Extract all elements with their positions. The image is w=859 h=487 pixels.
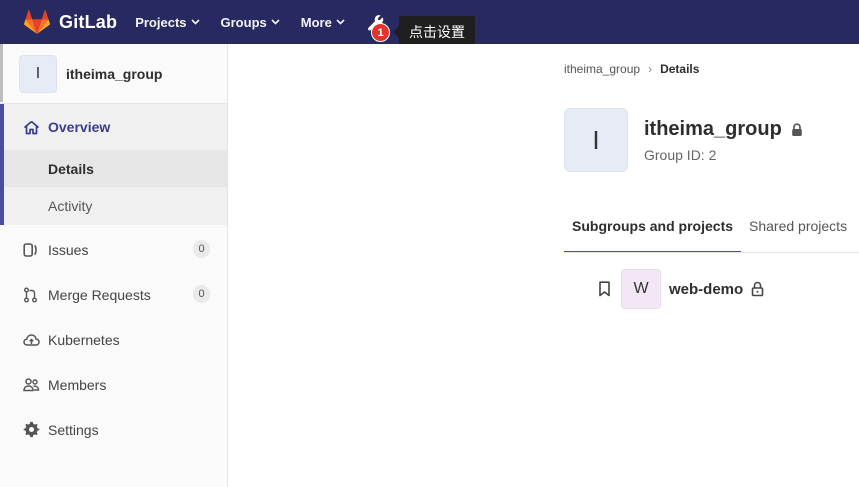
group-avatar: I: [19, 54, 57, 93]
nav-projects-dropdown[interactable]: Projects: [135, 14, 200, 30]
members-icon: [23, 377, 41, 392]
window-edge-artifact: [0, 44, 3, 102]
group-header: I itheima_group Group ID: 2: [564, 108, 803, 172]
sidebar-overview-label: Overview: [48, 119, 111, 135]
sidebar-subitem-activity[interactable]: Activity: [4, 187, 227, 225]
tab-subgroups-and-projects[interactable]: Subgroups and projects: [564, 210, 742, 252]
group-id-text: Group ID: 2: [644, 147, 717, 163]
cloud-icon: [23, 333, 41, 347]
lock-icon: [751, 281, 764, 297]
project-name-link[interactable]: web-demo: [669, 281, 743, 298]
gitlab-home-link[interactable]: GitLab: [24, 0, 117, 44]
gear-icon: [23, 421, 41, 438]
merge-requests-count-badge: 0: [193, 285, 210, 303]
gitlab-logo-icon: [24, 10, 50, 34]
nav-more-dropdown[interactable]: More: [301, 15, 345, 30]
breadcrumb-current: Details: [660, 62, 700, 76]
issues-count-badge: 0: [193, 240, 210, 258]
group-title: itheima_group: [644, 118, 803, 141]
sidebar-details-label: Details: [48, 160, 94, 177]
project-avatar: W: [621, 269, 661, 309]
sidebar-merge-requests-label: Merge Requests: [48, 286, 151, 303]
sidebar-members-label: Members: [48, 376, 107, 393]
sidebar-activity-label: Activity: [48, 198, 93, 214]
sidebar-item-overview[interactable]: Overview: [4, 104, 227, 150]
lock-icon: [791, 122, 802, 136]
step-number-badge: 1: [371, 23, 390, 42]
group-name-text: itheima_group: [644, 118, 782, 140]
chevron-right-icon: ›: [648, 62, 653, 76]
issues-icon: [23, 242, 41, 258]
home-icon: [23, 120, 40, 134]
brand-name: GitLab: [59, 11, 118, 32]
main-content: itheima_group › Details I itheima_group …: [228, 44, 859, 487]
sidebar-kubernetes-label: Kubernetes: [48, 331, 120, 348]
sidebar-group-title: itheima_group: [66, 65, 163, 82]
sidebar-settings-label: Settings: [48, 421, 99, 438]
group-tabs: Subgroups and projects Shared projects A: [564, 210, 859, 253]
group-sidebar: I itheima_group Overview Details Activit…: [0, 44, 228, 487]
sidebar-overview-section: Overview Details Activity: [0, 104, 227, 225]
sidebar-item-kubernetes[interactable]: Kubernetes: [0, 317, 227, 362]
sidebar-item-members[interactable]: Members: [0, 362, 227, 407]
nav-groups-dropdown[interactable]: Groups: [221, 15, 280, 30]
nav-more-label: More: [300, 14, 332, 30]
breadcrumb-group-link[interactable]: itheima_group: [564, 62, 640, 76]
chevron-down-icon: [336, 19, 345, 25]
breadcrumb: itheima_group › Details: [564, 62, 699, 76]
nav-groups-label: Groups: [220, 14, 267, 30]
merge-request-icon: [23, 287, 41, 303]
group-large-avatar: I: [564, 108, 628, 172]
sidebar-item-merge-requests[interactable]: Merge Requests 0: [0, 272, 227, 317]
sidebar-context-header[interactable]: I itheima_group: [0, 44, 227, 104]
sidebar-item-issues[interactable]: Issues 0: [0, 227, 227, 272]
chevron-down-icon: [271, 19, 280, 25]
bookmark-icon: [598, 281, 611, 297]
sidebar-subitem-details[interactable]: Details: [4, 150, 227, 187]
sidebar-item-settings[interactable]: Settings: [0, 407, 227, 452]
tab-archived[interactable]: A: [855, 210, 859, 252]
sidebar-issues-label: Issues: [48, 241, 89, 258]
chevron-down-icon: [190, 19, 200, 25]
nav-projects-label: Projects: [135, 14, 187, 30]
list-item[interactable]: W web-demo: [598, 269, 764, 309]
tab-shared-projects[interactable]: Shared projects: [741, 210, 855, 252]
